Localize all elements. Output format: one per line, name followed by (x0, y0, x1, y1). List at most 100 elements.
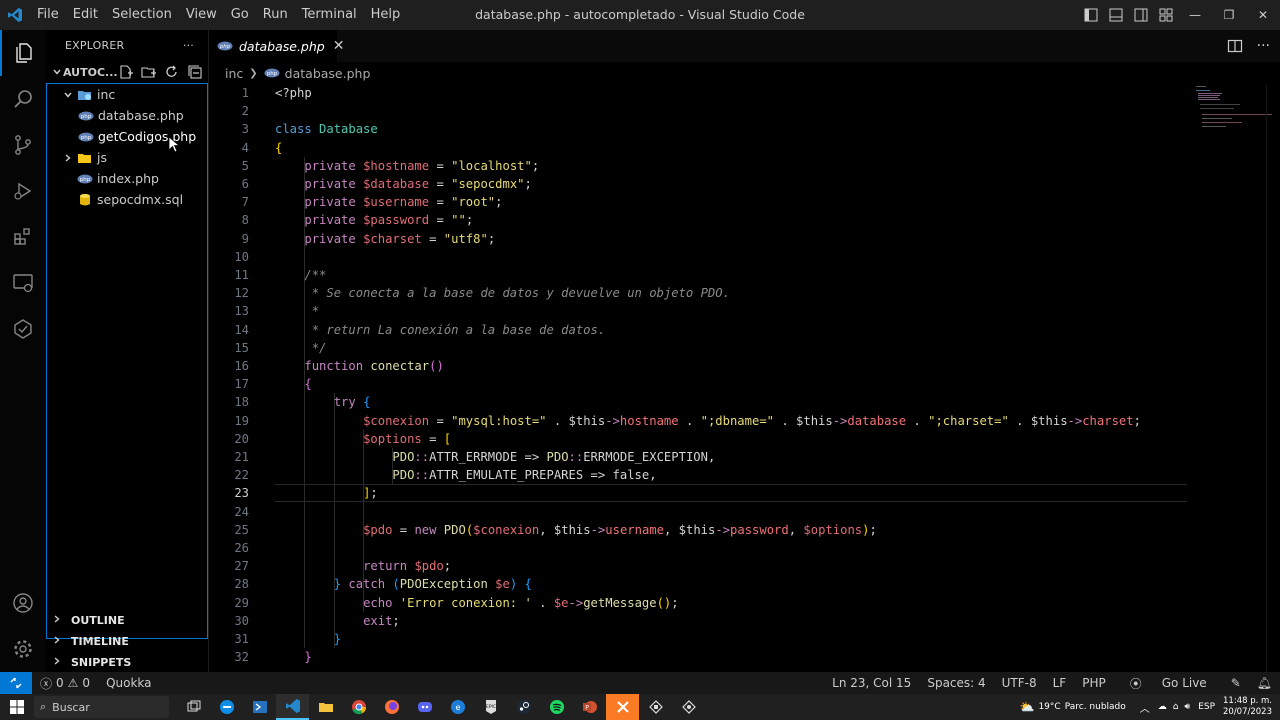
minimize-icon[interactable]: — (1178, 0, 1212, 30)
new-file-icon[interactable] (118, 64, 134, 80)
indentation[interactable]: Spaces: 4 (919, 676, 993, 690)
tree-item-database-php[interactable]: php database.php (47, 105, 207, 126)
clock[interactable]: 11:48 p. m. 20/07/2023 (1219, 696, 1280, 718)
svg-text:php: php (81, 135, 92, 141)
vscode-taskbar-icon[interactable] (276, 694, 309, 720)
language-indicator[interactable]: ESP (1198, 702, 1215, 712)
notifications-bell-icon[interactable]: 🔔︎ (1249, 676, 1280, 690)
weather-desc[interactable]: Parc. nublado (1065, 702, 1126, 712)
split-editor-icon[interactable] (1227, 38, 1243, 54)
weather-temp[interactable]: 19°C (1038, 702, 1060, 712)
breadcrumb-folder[interactable]: inc (225, 66, 243, 81)
steam-icon[interactable] (507, 694, 540, 720)
go-live-button[interactable]: ⦿ Go Live (1114, 675, 1223, 692)
code-line: 3 class Database (209, 120, 1189, 138)
customize-layout-icon[interactable] (1153, 0, 1178, 30)
show-hidden-icons-chevron-icon[interactable]: ︿ (1140, 700, 1150, 715)
powershell-icon[interactable] (243, 694, 276, 720)
copilot-icon[interactable]: ✎ (1223, 676, 1249, 690)
code-token: */ (311, 340, 327, 355)
refresh-icon[interactable] (164, 64, 180, 80)
language-mode[interactable]: PHP (1074, 676, 1114, 690)
quokka-status[interactable]: Quokka (106, 676, 151, 690)
code-token: catch (341, 577, 393, 592)
tab-database-php[interactable]: php database.php ✕ (209, 30, 344, 62)
breadcrumb-file[interactable]: database.php (285, 66, 371, 81)
extensions-icon[interactable] (0, 214, 46, 260)
teamviewer-icon[interactable] (210, 694, 243, 720)
menu-edit[interactable]: Edit (66, 0, 105, 30)
restore-icon[interactable]: ❐ (1212, 0, 1246, 30)
menu-terminal[interactable]: Terminal (295, 0, 364, 30)
explorer-more-actions-icon[interactable]: ··· (183, 39, 194, 52)
toggle-secondary-sidebar-icon[interactable] (1128, 0, 1153, 30)
chrome-icon[interactable] (342, 694, 375, 720)
new-folder-icon[interactable] (141, 64, 157, 80)
tree-item-index-php[interactable]: php index.php (47, 168, 207, 189)
file-explorer-icon[interactable] (309, 694, 342, 720)
code-editor[interactable]: 1 <?php 2 3 class Database 4{5 private $hostn… (209, 84, 1280, 672)
snippets-panel-header[interactable]: SNIPPETS (46, 652, 208, 673)
minimap[interactable] (1194, 84, 1274, 144)
run-debug-icon[interactable] (0, 168, 46, 214)
workspace-folder-header[interactable]: AUTOC... (46, 61, 208, 83)
search-icon[interactable] (0, 76, 46, 122)
weather-icon[interactable]: ⛅ (1020, 700, 1035, 714)
wifi-icon[interactable]: ☁ (1158, 702, 1167, 712)
collapse-all-icon[interactable] (187, 64, 203, 80)
windows-start-icon[interactable] (0, 694, 34, 720)
menu-run[interactable]: Run (256, 0, 295, 30)
menu-view[interactable]: View (179, 0, 224, 30)
powerpoint-icon[interactable]: P (573, 694, 606, 720)
vertical-scrollbar[interactable] (1266, 84, 1280, 672)
epic-games-icon[interactable]: EPIC (474, 694, 507, 720)
app-window-2-icon[interactable] (672, 694, 705, 720)
toggle-panel-icon[interactable] (1103, 0, 1128, 30)
manage-gear-icon[interactable] (0, 626, 46, 672)
encoding[interactable]: UTF-8 (994, 676, 1045, 690)
tree-item-inc[interactable]: inc (47, 84, 207, 105)
network-icon[interactable]: ⌂ (1173, 702, 1179, 712)
timeline-panel-header[interactable]: TIMELINE (46, 631, 208, 652)
volume-icon[interactable]: 🔊︎ (1185, 702, 1191, 712)
cursor-position[interactable]: Ln 23, Col 15 (824, 676, 919, 690)
outline-panel-header[interactable]: OUTLINE (46, 610, 208, 631)
source-control-icon[interactable] (0, 122, 46, 168)
explorer-icon[interactable] (0, 30, 46, 76)
menu-go[interactable]: Go (224, 0, 256, 30)
vscode-logo-icon[interactable] (0, 0, 30, 30)
code-token: , (539, 522, 554, 537)
code-token: $this (1030, 413, 1068, 428)
spotify-icon[interactable] (540, 694, 573, 720)
close-window-icon[interactable]: ✕ (1246, 0, 1280, 30)
remote-explorer-icon[interactable] (0, 260, 46, 306)
line-number: 4 (241, 140, 249, 155)
task-view-icon[interactable] (177, 694, 210, 720)
edge-dev-icon[interactable]: e (441, 694, 474, 720)
taskbar-search-box[interactable]: ⌕ Buscar (34, 696, 169, 718)
menu-selection[interactable]: Selection (105, 0, 179, 30)
close-tab-icon[interactable]: ✕ (333, 38, 345, 54)
code-token: -> (1067, 413, 1083, 428)
toggle-primary-sidebar-icon[interactable] (1078, 0, 1103, 30)
menu-file[interactable]: File (30, 0, 66, 30)
problems-indicator[interactable]: ⓧ 0 ⚠ 0 (40, 675, 90, 692)
code-line: 30 exit; (209, 612, 1189, 630)
tree-item-getcodigos-php[interactable]: php getCodigos.php (47, 126, 207, 147)
php-file-icon: php (264, 68, 280, 78)
tree-item-sepocdmx-sql[interactable]: sepocdmx.sql (47, 189, 207, 210)
firefox-icon[interactable] (375, 694, 408, 720)
more-actions-icon[interactable]: ··· (1257, 38, 1270, 54)
app-window-icon[interactable] (639, 694, 672, 720)
menu-help[interactable]: Help (364, 0, 408, 30)
accounts-icon[interactable] (0, 580, 46, 626)
discord-icon[interactable] (408, 694, 441, 720)
code-token: $database (363, 177, 430, 191)
end-of-line[interactable]: LF (1045, 676, 1075, 690)
tree-item-js[interactable]: js (47, 147, 207, 168)
testing-icon[interactable] (0, 306, 46, 352)
xampp-icon[interactable] (606, 694, 639, 720)
remote-indicator-icon[interactable] (0, 672, 32, 694)
